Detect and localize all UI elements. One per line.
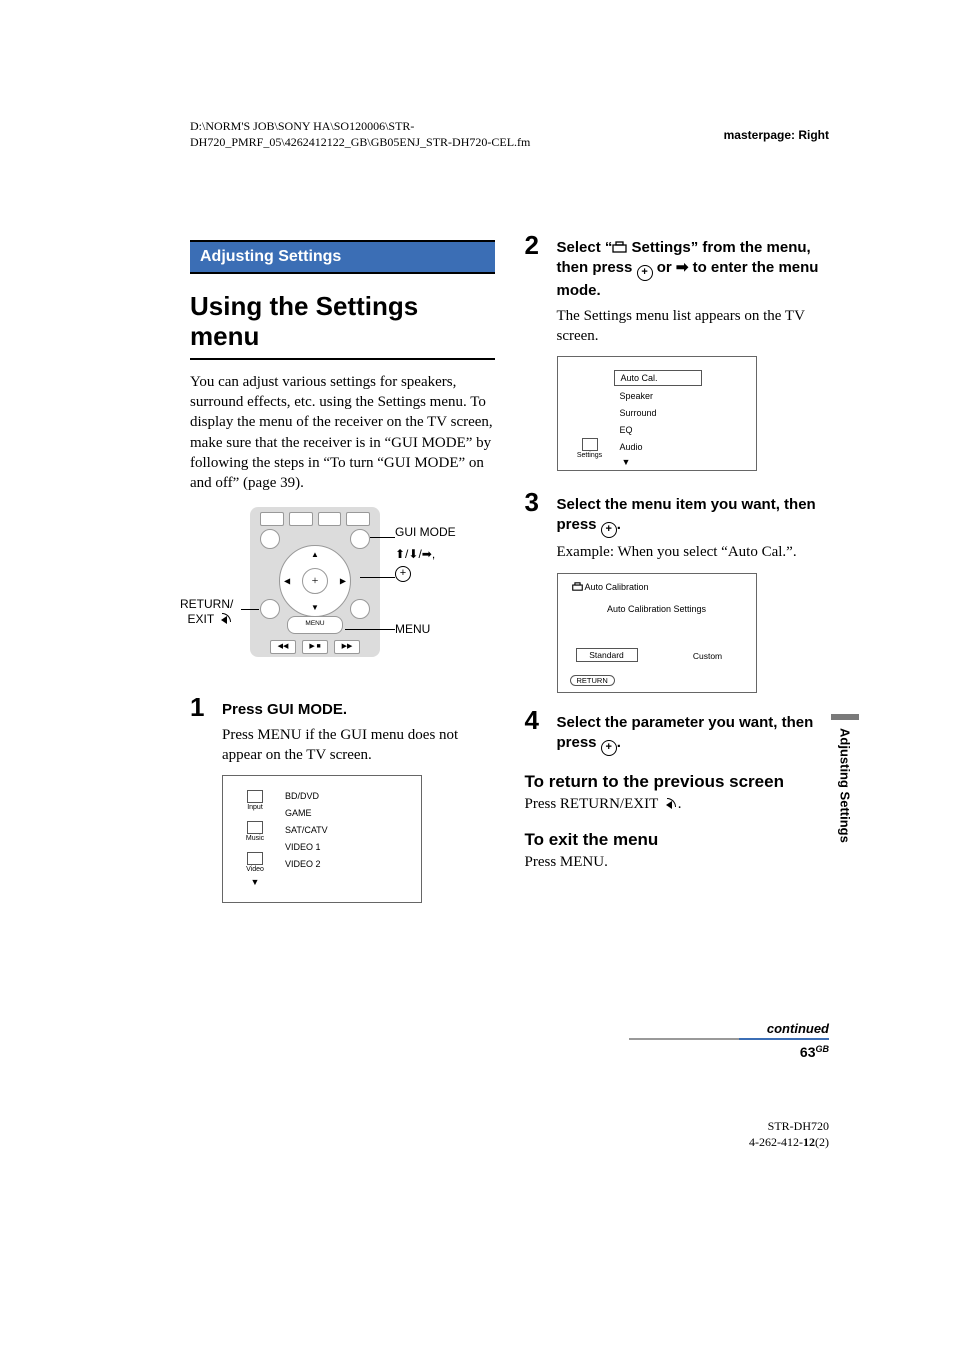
callout-return-exit: RETURN/EXIT	[180, 597, 233, 627]
screen2-item: Audio	[614, 440, 742, 454]
screen1-item: GAME	[279, 806, 407, 820]
callout-arrow-keys: ⬆/⬇/➡,+	[395, 547, 435, 582]
remote-menu-button: MENU	[287, 616, 343, 634]
step-3-body: Example: When you select “Auto Cal.”.	[557, 542, 830, 562]
callout-gui-mode: GUI MODE	[395, 525, 456, 540]
screen1-item: VIDEO 1	[279, 840, 407, 854]
screen3-custom: Custom	[678, 650, 738, 662]
header-file-path: D:\NORM'S JOB\SONY HA\SO120006\STR- DH72…	[190, 118, 530, 150]
screen-3: Auto Calibration Auto Calibration Settin…	[557, 573, 757, 693]
exit-body: Press MENU.	[525, 852, 830, 872]
step-3: 3 Select the menu item you want, then pr…	[525, 489, 830, 538]
page-number: 63GB	[629, 1044, 829, 1060]
step-4: 4 Select the parameter you want, then pr…	[525, 707, 830, 756]
plus-circle-icon: +	[601, 740, 617, 756]
intro-paragraph: You can adjust various settings for spea…	[190, 372, 495, 494]
callout-menu: MENU	[395, 622, 430, 637]
toolbox-icon	[612, 241, 627, 253]
screen1-item: VIDEO 2	[279, 857, 407, 871]
screen-2: Settings Auto Cal. Speaker Surround EQ A…	[557, 356, 757, 471]
return-arrow-icon	[217, 613, 233, 624]
step-4-number: 4	[525, 707, 557, 733]
subheading-return: To return to the previous screen	[525, 772, 830, 792]
video-icon	[247, 852, 263, 865]
plus-circle-icon: +	[601, 522, 617, 538]
plus-circle-icon: +	[395, 566, 411, 582]
step-2-number: 2	[525, 232, 557, 258]
screen3-standard: Standard	[576, 648, 638, 662]
step-2: 2 Select “ Settings” from the menu, then…	[525, 232, 830, 302]
screen2-item: EQ	[614, 423, 742, 437]
step-1-heading: Press GUI MODE.	[222, 694, 347, 720]
step-1: 1 Press GUI MODE.	[190, 694, 495, 720]
header-masterpage: masterpage: Right	[724, 128, 829, 142]
input-icon	[247, 790, 263, 803]
section-bar: Adjusting Settings	[190, 240, 495, 274]
step-3-heading: Select the menu item you want, then pres…	[557, 489, 830, 538]
screen2-item-selected: Auto Cal.	[614, 370, 702, 386]
continued-block: continued 63GB	[629, 1021, 829, 1060]
side-tab: Adjusting Settings	[831, 714, 859, 854]
screen2-item: Speaker	[614, 389, 742, 403]
remote-diagram: + ▲ ▼ ◀ ▶ MENU ◀◀▶ ■▶▶ RETURN/EXIT GUI M…	[185, 507, 455, 682]
continued-label: continued	[767, 1021, 829, 1036]
step-1-number: 1	[190, 694, 222, 720]
music-icon	[247, 821, 263, 834]
screen-1: Input Music Video ▼ BD/DVD GAME SAT/CATV…	[222, 775, 422, 903]
title-rule	[190, 358, 495, 360]
screen3-return: RETURN	[570, 675, 615, 686]
step-4-heading: Select the parameter you want, then pres…	[557, 707, 830, 756]
toolbox-icon-small	[572, 582, 583, 591]
return-arrow-icon	[662, 798, 678, 809]
screen1-item: BD/DVD	[279, 789, 407, 803]
page-title: Using the Settings menu	[190, 292, 495, 352]
step-2-body: The Settings menu list appears on the TV…	[557, 306, 830, 347]
return-body: Press RETURN/EXIT .	[525, 794, 830, 814]
settings-toolbox-icon	[582, 438, 598, 451]
screen2-item: Surround	[614, 406, 742, 420]
subheading-exit: To exit the menu	[525, 830, 830, 850]
screen1-item: SAT/CATV	[279, 823, 407, 837]
plus-circle-icon: +	[637, 265, 653, 281]
step-1-body: Press MENU if the GUI menu does not appe…	[222, 725, 495, 766]
step-3-number: 3	[525, 489, 557, 515]
step-2-heading: Select “ Settings” from the menu, then p…	[557, 232, 830, 302]
footer-doc-info: STR-DH720 4-262-412-12(2)	[749, 1118, 829, 1150]
